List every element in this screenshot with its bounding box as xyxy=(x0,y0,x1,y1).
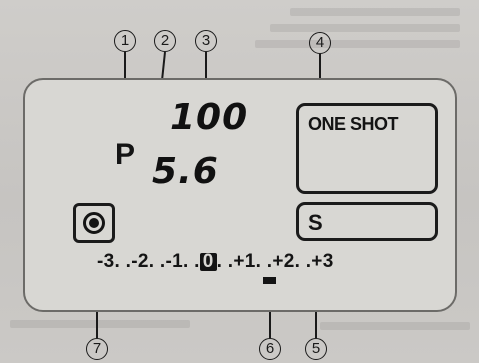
shutter-speed-readout: 100 xyxy=(170,97,249,138)
shooting-mode: P xyxy=(115,138,136,171)
exposure-scale-plus: . .+1. .+2. .+3 xyxy=(216,251,334,272)
exposure-scale-zero: 0 xyxy=(199,252,217,271)
callout-1: 1 xyxy=(114,30,136,52)
af-mode-label: ONE SHOT xyxy=(308,114,399,134)
callout-7: 7 xyxy=(86,338,108,360)
background-texture xyxy=(320,322,470,330)
callout-2: 2 xyxy=(154,30,176,52)
drive-mode-box: S xyxy=(296,202,438,241)
exposure-level-indicator xyxy=(263,277,276,284)
exposure-scale-minus: -3. .-2. .-1. . xyxy=(97,251,200,272)
background-texture xyxy=(255,40,460,48)
exposure-level-scale: -3. .-2. .-1. .0. .+1. .+2. .+3 xyxy=(97,251,334,273)
callout-5: 5 xyxy=(305,338,327,360)
evaluative-metering-icon xyxy=(83,212,105,234)
metering-mode-box xyxy=(73,203,115,243)
callout-6: 6 xyxy=(259,338,281,360)
background-texture xyxy=(10,320,190,328)
background-texture xyxy=(270,24,460,32)
callout-4: 4 xyxy=(309,32,331,54)
lcd-diagram: 1 2 3 4 7 6 5 P 100 5.6 ONE SHOT S -3. .… xyxy=(0,0,479,363)
af-mode-box: ONE SHOT xyxy=(296,103,438,194)
background-texture xyxy=(290,8,460,16)
drive-mode-label: S xyxy=(308,210,323,235)
callout-3: 3 xyxy=(195,30,217,52)
aperture-readout: 5.6 xyxy=(152,151,219,192)
